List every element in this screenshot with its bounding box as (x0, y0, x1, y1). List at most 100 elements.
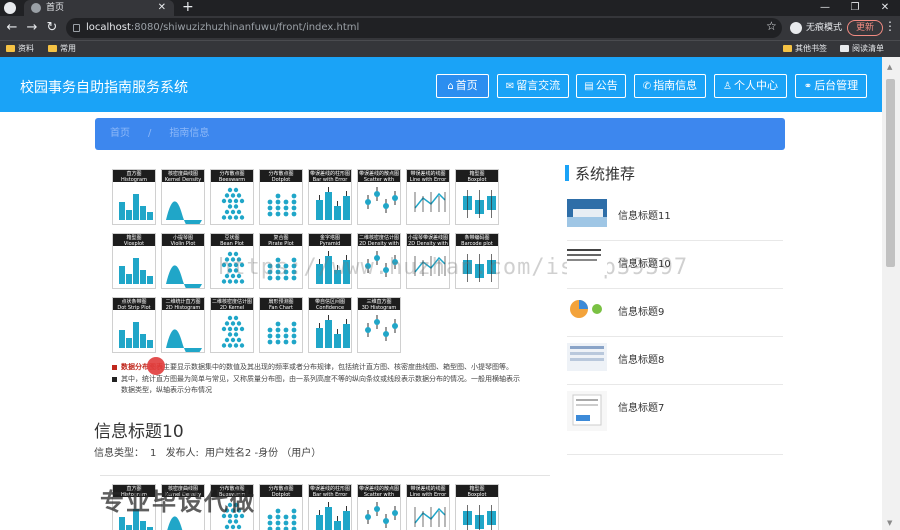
breadcrumb-separator: / (148, 128, 152, 139)
back-button[interactable]: ← (4, 19, 20, 37)
sidebar-item-label: 信息标题10 (618, 259, 671, 270)
window-close-button[interactable]: ✕ (870, 0, 900, 16)
tab-search-icon[interactable] (4, 2, 16, 14)
chart-thumbnail-caption: 分布散点图 Dotplot (260, 170, 302, 182)
chart-thumbnail-caption: 分布散点图 Beeswarm (211, 170, 253, 182)
sidebar-item[interactable]: 信息标题8 (567, 337, 783, 385)
folder-icon (48, 45, 57, 52)
thumbnail-image (567, 199, 607, 227)
type-label: 信息类型： (94, 448, 144, 459)
update-button[interactable]: 更新 (847, 20, 884, 36)
chart-thumbnail-caption: 豆状图 Bean Plot (211, 234, 253, 246)
browser-menu-icon[interactable]: ⋮ (884, 19, 896, 33)
chart-thumbnail: 扇形预测图 Fan Chart (259, 297, 303, 353)
caption-en: Boxplot (467, 492, 487, 497)
caption-en: Kernel Density Estimation (164, 177, 202, 182)
chart-thumbnail-caption: 带误差线的线图Line with Error Bar (407, 485, 449, 497)
type-value: 1 (150, 448, 157, 459)
sidebar-title: 系统推荐 (565, 163, 635, 184)
sidebar-item[interactable]: 信息标题10 (567, 241, 783, 289)
chart-thumbnail-caption: 小提琴带误差线图2D Density with Error Bar (407, 234, 449, 246)
browser-tab[interactable]: 首页 ✕ (24, 0, 174, 16)
nav-label: 留言交流 (516, 79, 561, 92)
chart-thumbnail-caption: 箱型图 Vioxplot (113, 234, 155, 246)
caption-en: Pyramid (319, 241, 341, 246)
profile-label: 无痕模式 (806, 23, 843, 33)
nav-messages[interactable]: ✉ 留言交流 (497, 74, 569, 98)
description-line-2: 其中，统计直方图最为简单与常见，又称质量分布图，由一系列高度不等的纵向条纹或线段… (112, 374, 552, 384)
chart-thumbnail-graphic (365, 315, 398, 341)
chart-thumbnail-graphic (166, 201, 202, 224)
user-icon: ♙ (723, 81, 732, 92)
scroll-up-icon[interactable]: ▲ (887, 63, 892, 71)
caption-en: Scatter with Error Bar (363, 492, 395, 497)
favicon-icon (31, 3, 41, 13)
site-info-icon[interactable] (73, 24, 80, 32)
chart-thumbnail-graphic (166, 329, 202, 352)
divider (100, 475, 550, 476)
incognito-profile[interactable]: 无痕模式 (790, 20, 842, 36)
nav-label: 指南信息 (653, 79, 698, 92)
chart-thumbnail-caption: 带误差线的散点图Scatter with Error Bar (358, 170, 400, 182)
address-bar[interactable]: localhost:8080/shiwuzizhuzhinanfuwu/fron… (66, 18, 782, 38)
chart-thumbnail-graphic (316, 315, 350, 348)
reading-list[interactable]: 阅读清单 (840, 41, 884, 57)
nav-user-center[interactable]: ♙ 个人中心 (714, 74, 787, 98)
caption-en: Histogram (121, 177, 147, 182)
nav-admin[interactable]: ⚭ 后台管理 (795, 74, 867, 98)
description-text: 其中，统计直方图最为简单与常见，又称质量分布图，由一系列高度不等的纵向条纹或线段… (121, 375, 520, 383)
site-title: 校园事务自助指南服务系统 (20, 80, 188, 96)
window-minimize-button[interactable]: — (810, 0, 840, 16)
breadcrumb: 首页 / 指南信息 (95, 118, 785, 150)
scroll-down-icon[interactable]: ▼ (887, 519, 892, 527)
thumbnail-image (567, 343, 607, 371)
sidebar-item[interactable]: 信息标题7 (567, 385, 783, 455)
sidebar-item-label: 信息标题9 (618, 307, 665, 318)
chart-thumbnail-graphic (463, 190, 496, 218)
chart-thumbnail: 带误差线的柱形图Bar with Error Bar (308, 484, 352, 530)
chart-thumbnail-graphic (316, 502, 350, 530)
bookmark-folder-1[interactable]: 资料 (6, 41, 34, 57)
author-value: 用户姓名2 -身份 （用户） (204, 448, 322, 459)
chart-thumbnail-graphic (119, 258, 153, 284)
caption-en: Dotplot (271, 177, 291, 182)
caption-en: Pirate Plot (268, 241, 294, 246)
sidebar-item[interactable]: 信息标题11 (567, 193, 783, 241)
caption-en: Barcode plot (461, 241, 493, 246)
forward-button[interactable]: → (24, 19, 40, 37)
chart-thumbnail-caption: 带自信区间图Confidence Interval (309, 298, 351, 310)
notice-icon: ▤ (584, 81, 594, 92)
chart-thumbnail-graphic (414, 507, 446, 527)
chart-thumbnail: 带误差线的散点图Scatter with Error Bar (357, 484, 401, 530)
reload-button[interactable]: ↻ (44, 19, 60, 37)
url-path: :8080/shiwuzizhuzhinanfuwu/front/index.h… (130, 22, 360, 33)
chart-thumbnail: 二维核密度估计图2D Kernel Density Estimation (210, 297, 254, 353)
caption-en: Confidence Interval (315, 305, 345, 310)
chart-thumbnail-caption: 二维核密度估计图2D Kernel Density Estimation (211, 298, 253, 310)
reading-list-icon (840, 45, 849, 52)
chart-thumbnail-caption: 小提琴图 Violin Plot (162, 234, 204, 246)
chart-thumbnail-graphic (365, 187, 398, 213)
chart-thumbnail-caption: 扇形预测图 Fan Chart (260, 298, 302, 310)
scrollbar-thumb[interactable] (886, 79, 895, 267)
bookmark-label: 资料 (18, 44, 34, 53)
caption-en: Bar with Error Bar (312, 492, 348, 497)
sidebar-item-label: 信息标题8 (618, 355, 665, 366)
nav-home[interactable]: ⌂ 首页 (436, 74, 489, 98)
bookmark-star-icon[interactable]: ☆ (766, 19, 777, 33)
page-scrollbar[interactable]: ▲ ▼ (882, 57, 900, 530)
nav-notices[interactable]: ▤ 公告 (576, 74, 626, 98)
caption-en: Dot Strip Plot (117, 305, 151, 310)
chart-thumbnail-graphic (267, 193, 297, 217)
window-maximize-button[interactable]: ❐ (840, 0, 870, 16)
nav-guides[interactable]: ✆ 指南信息 (634, 74, 706, 98)
bookmark-folder-2[interactable]: 常用 (48, 41, 76, 57)
chart-thumbnail-caption: 核密度曲线图Kernel Density Estimation (162, 170, 204, 182)
other-bookmarks[interactable]: 其他书签 (783, 41, 827, 57)
sidebar-item[interactable]: 信息标题9 (567, 289, 783, 337)
chart-thumbnail-caption: 带误差线的柱形图Bar with Error Bar (309, 170, 351, 182)
breadcrumb-home[interactable]: 首页 (110, 128, 130, 139)
tab-close-icon[interactable]: ✕ (158, 0, 166, 16)
caption-en: Line with Error Bar (409, 177, 447, 182)
new-tab-button[interactable]: + (182, 0, 194, 15)
